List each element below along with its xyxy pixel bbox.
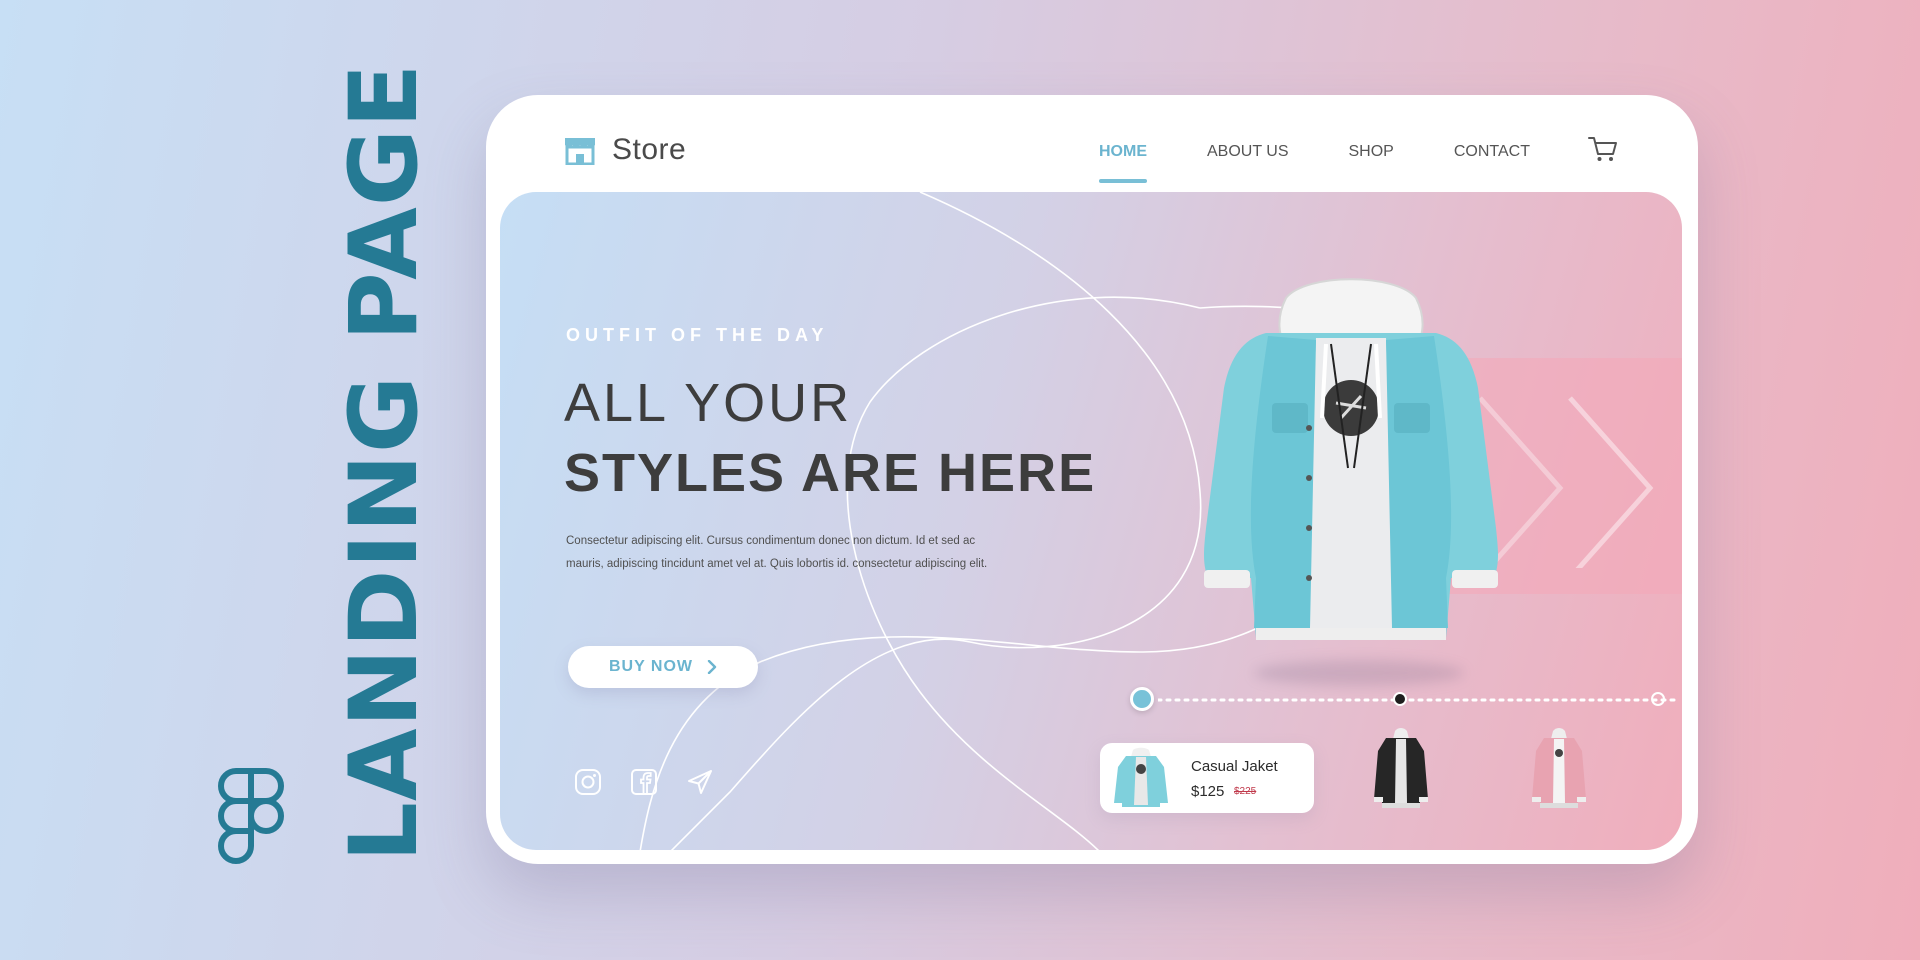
nav-home[interactable]: HOME	[1099, 143, 1147, 183]
product-card[interactable]: Casual Jaket $125 $225	[1100, 743, 1314, 813]
hero-headline-bold: STYLES ARE HERE	[564, 443, 1097, 503]
top-nav: Store HOME ABOUT US SHOP CONTACT	[486, 95, 1698, 191]
hero-description: Consectetur adipiscing elit. Cursus cond…	[566, 535, 988, 570]
landing-page-title: LANDING PAGE	[330, 62, 439, 862]
landing-card: Store HOME ABOUT US SHOP CONTACT OUTFIT …	[486, 95, 1698, 864]
social-links	[574, 768, 742, 796]
chevron-right-icon	[707, 660, 717, 674]
product-name: Casual Jaket	[1191, 758, 1278, 775]
facebook-icon[interactable]	[630, 768, 658, 796]
nav-contact[interactable]: CONTACT	[1454, 143, 1530, 161]
product-thumb-pink[interactable]	[1522, 727, 1596, 811]
buy-now-button[interactable]: BUY NOW	[568, 646, 758, 688]
slider-dot-3[interactable]	[1651, 692, 1665, 706]
hero-kicker: OUTFIT OF THE DAY	[566, 325, 829, 345]
product-thumb-black[interactable]	[1364, 727, 1438, 811]
send-icon[interactable]	[686, 768, 714, 796]
hero-section: OUTFIT OF THE DAY ALL YOUR STYLES ARE HE…	[500, 192, 1682, 850]
slider-track	[1158, 698, 1678, 702]
nav-shop[interactable]: SHOP	[1349, 143, 1394, 161]
cart-icon[interactable]	[1588, 135, 1618, 163]
instagram-icon[interactable]	[574, 768, 602, 796]
brand[interactable]: Store	[564, 133, 686, 167]
slider-dot-2[interactable]	[1393, 692, 1407, 706]
jacket-image	[1204, 278, 1498, 640]
nav-about-us[interactable]: ABOUT US	[1207, 143, 1289, 161]
buy-now-label: BUY NOW	[608, 658, 694, 675]
figma-logo-icon	[218, 768, 284, 864]
slider-dot-active[interactable]	[1130, 687, 1154, 711]
product-old-price: $225	[1234, 786, 1257, 797]
storefront-icon	[565, 138, 595, 165]
brand-name: Store	[612, 133, 687, 166]
product-price: $125	[1191, 783, 1225, 800]
main-menu: HOME ABOUT US SHOP CONTACT	[1099, 143, 1590, 183]
hero-headline-light: ALL YOUR	[564, 373, 853, 433]
product-thumb-blue	[1114, 747, 1168, 807]
